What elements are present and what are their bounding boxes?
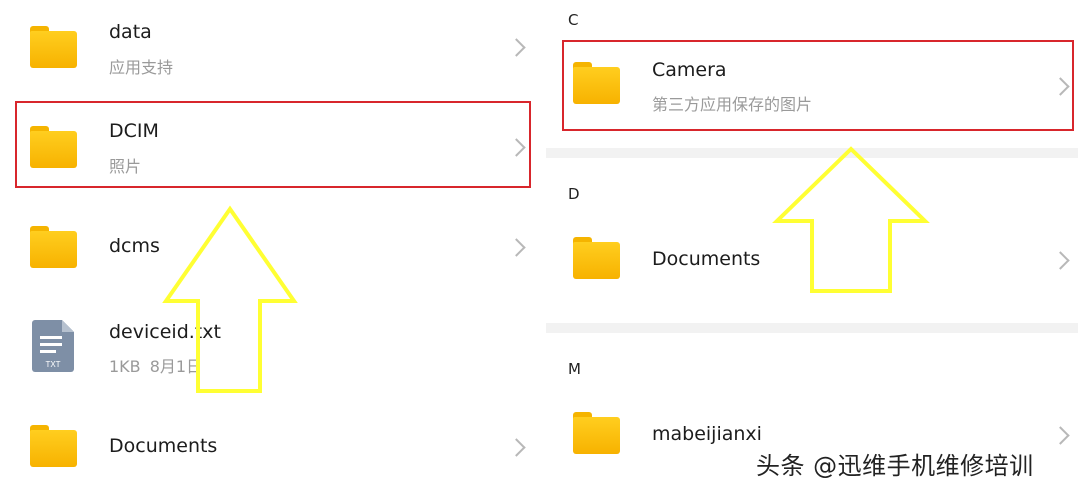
item-name: data [109,21,152,43]
up-arrow-annotation [162,205,298,393]
highlight-box-camera [562,40,1074,131]
item-name: Documents [109,435,218,457]
left-file-list: data 应用支持 DCIM 照片 dcms TXT deviceid.txt … [0,0,546,490]
up-arrow-annotation [772,146,930,293]
section-header-m: M [568,360,581,378]
folder-icon [30,425,77,467]
chevron-right-icon [1051,251,1070,270]
highlight-box-dcim [15,101,531,188]
item-name: Documents [652,248,761,270]
folder-icon [30,226,77,268]
folder-icon [573,237,620,279]
item-name: mabeijianxi [652,423,762,445]
section-header-c: C [568,11,579,29]
list-item-data[interactable]: data 应用支持 [0,0,546,96]
chevron-right-icon [507,38,526,57]
list-item-documents[interactable]: Documents [0,400,546,490]
chevron-right-icon [507,238,526,257]
txt-file-icon: TXT [32,320,74,372]
item-name: dcms [109,235,160,257]
section-header-d: D [568,185,580,203]
section-divider [546,323,1078,333]
file-type-label: TXT [45,360,60,369]
item-subtitle: 应用支持 [109,58,174,77]
folder-icon [573,412,620,454]
chevron-right-icon [1051,426,1070,445]
chevron-right-icon [507,438,526,457]
folder-icon [30,26,77,68]
watermark: 头条 @迅维手机维修培训 [756,452,1034,480]
right-file-list: C Camera 第三方应用保存的图片 D Documents M mabeij… [546,0,1078,490]
